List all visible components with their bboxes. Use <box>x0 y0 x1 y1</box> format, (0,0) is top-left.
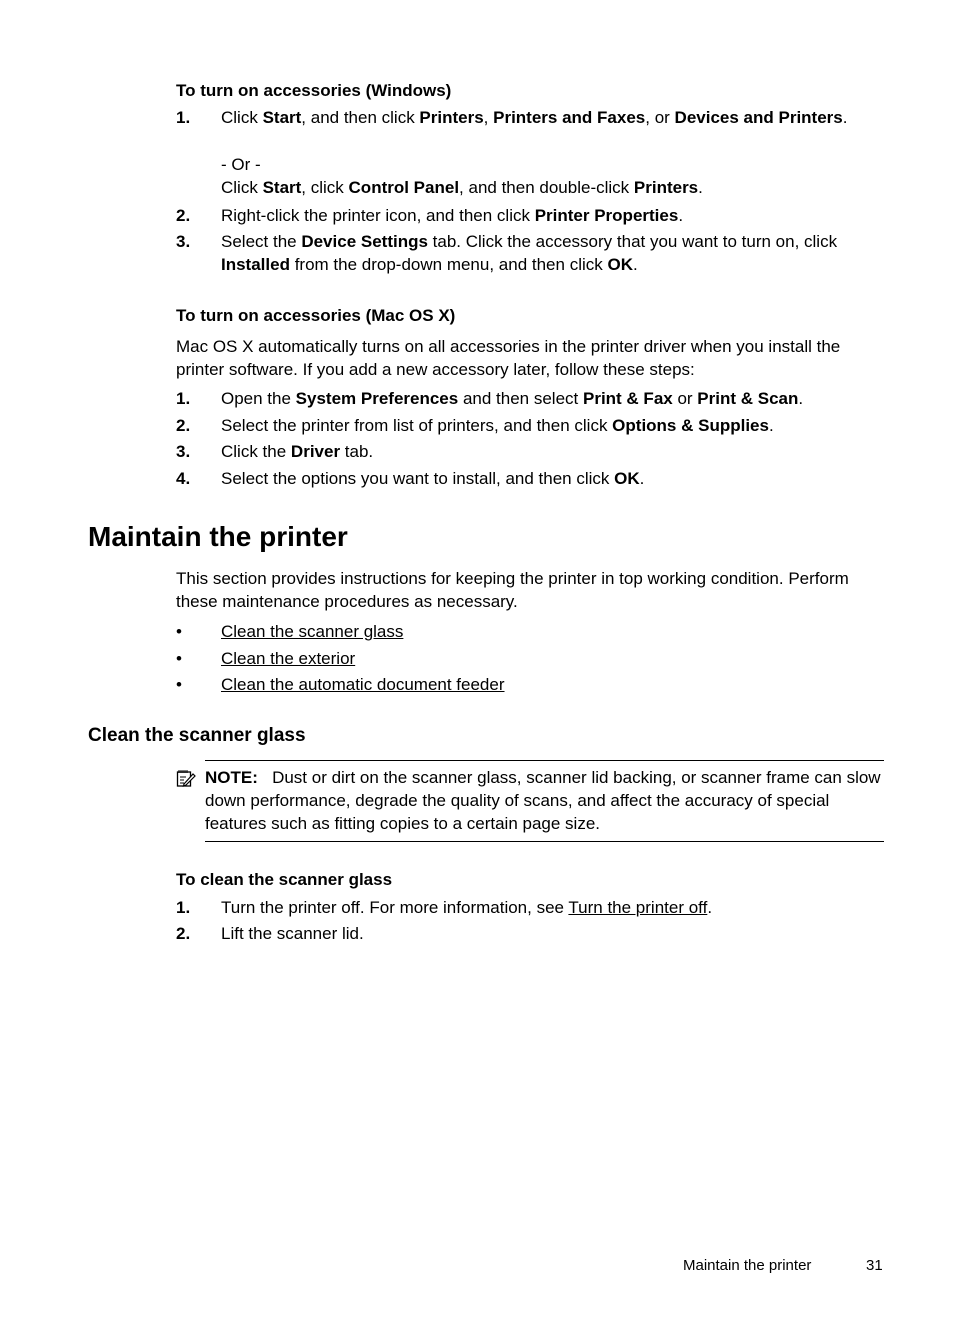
link-clean-scanner-glass[interactable]: Clean the scanner glass <box>221 622 403 641</box>
text-run: or <box>672 389 698 408</box>
ui-term: Devices and Printers <box>674 108 843 127</box>
text-run: Open the <box>221 389 296 408</box>
bullet-marker: • <box>176 649 182 668</box>
ui-term: Printer Properties <box>534 206 679 225</box>
step-number: 4. <box>176 469 191 488</box>
text-run: . <box>798 389 804 408</box>
step-text-end: . <box>707 898 713 917</box>
note-label: NOTE: <box>205 768 258 787</box>
step-text: Select the options you want to install, … <box>221 467 876 490</box>
ui-term: System Preferences <box>295 389 459 408</box>
list-item: • Clean the scanner glass <box>176 620 403 643</box>
page-number: 31 <box>866 1257 883 1274</box>
text-run: . <box>698 178 703 197</box>
text-run: . <box>768 416 774 435</box>
ui-term: Printers and Faxes <box>493 108 646 127</box>
mac-intro-paragraph: Mac OS X automatically turns on all acce… <box>176 337 841 379</box>
text-run: , and then click <box>301 108 420 127</box>
note-text: Dust or dirt on the scanner glass, scann… <box>205 768 881 833</box>
ui-term: Print & Fax <box>582 389 673 408</box>
step-item: 2. Select the printer from list of printe… <box>176 414 876 437</box>
procedure-title-mac: To turn on accessories (Mac OS X) <box>176 306 456 325</box>
ui-term: Print & Scan <box>697 389 799 408</box>
text-run: Click <box>221 108 263 127</box>
list-item: • Clean the automatic document feeder <box>176 673 505 696</box>
step-number: 1. <box>176 898 191 917</box>
step-text: Select the Device Settings tab. Click th… <box>221 230 876 276</box>
step-item: - Or - Click Start, click Control Panel, … <box>176 153 876 199</box>
ui-term: Control Panel <box>348 178 460 197</box>
text-run: . <box>678 206 684 225</box>
text-run: . <box>842 108 848 127</box>
note-pencil-icon <box>176 770 196 787</box>
note-bottom-rule <box>205 841 884 842</box>
ui-term: Start <box>262 178 302 197</box>
section-intro-paragraph: This section provides instructions for k… <box>176 569 849 611</box>
procedure-title-windows: To turn on accessories (Windows) <box>176 81 452 100</box>
procedure-title-clean-glass: To clean the scanner glass <box>176 870 393 889</box>
section-heading: Maintain the printer <box>88 521 348 552</box>
ui-term: Start <box>262 108 302 127</box>
step-item: 1. Open the System Preferences and then s… <box>176 387 876 410</box>
text-run: , <box>483 108 494 127</box>
step-text: Open the System Preferences and then sel… <box>221 387 876 410</box>
text-run: Select the <box>221 232 302 251</box>
ui-term: Printers <box>633 178 699 197</box>
step-number: 3. <box>176 232 191 251</box>
step-text: Lift the scanner lid. <box>221 924 364 943</box>
text-run: . <box>639 469 645 488</box>
text-run: . <box>632 255 638 274</box>
ui-term: Printers <box>419 108 484 127</box>
step-number: 2. <box>176 416 191 435</box>
text-run: and then select <box>458 389 583 408</box>
or-separator: - Or - <box>221 155 261 174</box>
link-turn-printer-off[interactable]: Turn the printer off <box>568 898 707 917</box>
bullet-marker: • <box>176 622 182 641</box>
step-item: 1. Turn the printer off. For more inform… <box>176 896 876 919</box>
text-run: from the drop-down menu, and then click <box>289 255 608 274</box>
ui-term: Installed <box>221 255 290 274</box>
text-run: tab. Click the accessory that you want t… <box>427 232 838 251</box>
note-block: NOTE: Dust or dirt on the scanner glass,… <box>205 766 885 835</box>
note-top-rule <box>205 760 884 761</box>
text-run: Select the options you want to install, … <box>221 469 615 488</box>
step-item: 2. Lift the scanner lid. <box>176 922 876 945</box>
text-run: , and then double-click <box>459 178 634 197</box>
step-number: 2. <box>176 924 191 943</box>
step-number: 1. <box>176 389 191 408</box>
text-run: tab. <box>340 442 374 461</box>
text-run: Select the printer from list of printers… <box>221 416 613 435</box>
ui-term: Driver <box>290 442 341 461</box>
text-run: Right-click the printer icon, and then c… <box>221 206 535 225</box>
step-text: - Or - Click Start, click Control Panel, … <box>221 153 876 199</box>
subsection-heading: Clean the scanner glass <box>88 725 306 746</box>
step-number: 2. <box>176 206 191 225</box>
step-text: Select the printer from list of printers… <box>221 414 876 437</box>
step-item: 3. Click the Driver tab. <box>176 440 876 463</box>
bullet-marker: • <box>176 675 182 694</box>
step-text: Click the Driver tab. <box>221 440 876 463</box>
step-text: Turn the printer off. For more informati… <box>221 898 569 917</box>
ui-term: Device Settings <box>301 232 428 251</box>
link-clean-adf[interactable]: Clean the automatic document feeder <box>221 675 505 694</box>
text-run: , or <box>645 108 675 127</box>
step-item: 4. Select the options you want to install… <box>176 467 876 490</box>
step-number: 1. <box>176 108 191 127</box>
text-run: Click the <box>221 442 291 461</box>
text-run: , click <box>301 178 349 197</box>
step-text: Right-click the printer icon, and then c… <box>221 204 876 227</box>
ui-term: Options & Supplies <box>612 416 769 435</box>
link-clean-exterior[interactable]: Clean the exterior <box>221 649 355 668</box>
step-item: 3. Select the Device Settings tab. Click … <box>176 230 876 276</box>
step-item: 2. Right-click the printer icon, and then… <box>176 204 876 227</box>
step-text: Click Start, and then click Printers, Pr… <box>221 106 876 129</box>
list-item: • Clean the exterior <box>176 647 355 670</box>
ui-term: OK <box>614 469 640 488</box>
footer-section-name: Maintain the printer <box>683 1257 812 1274</box>
step-number: 3. <box>176 442 191 461</box>
ui-term: OK <box>607 255 633 274</box>
step-item: 1. Click Start, and then click Printers, … <box>176 106 876 129</box>
text-run: Click <box>221 178 263 197</box>
